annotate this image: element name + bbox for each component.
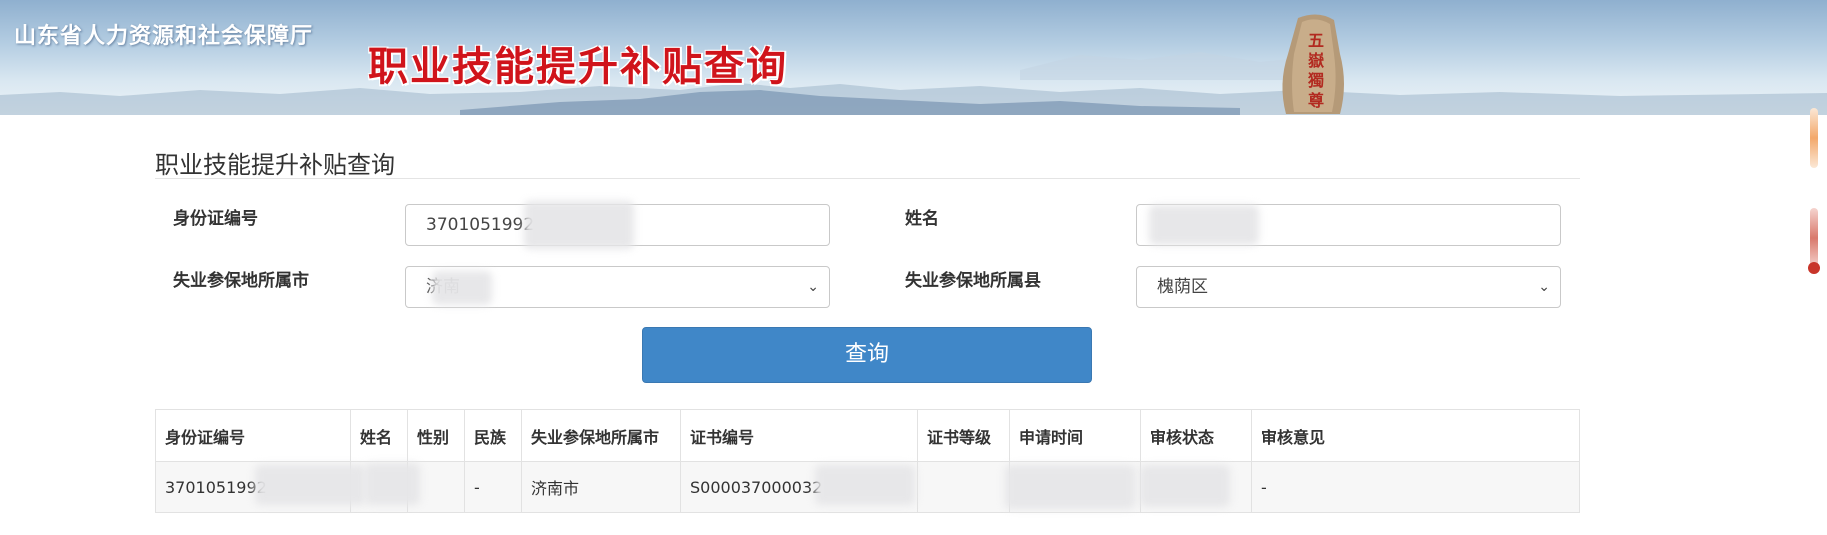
col-header-city: 失业参保地所属市 xyxy=(521,409,681,462)
col-header-name: 姓名 xyxy=(350,409,408,462)
redaction-blur xyxy=(365,463,420,505)
stone-char-2: 嶽 xyxy=(1308,51,1325,70)
stone-char-4: 尊 xyxy=(1308,91,1324,110)
cell-review-comment: - xyxy=(1251,461,1580,513)
name-label: 姓名 xyxy=(905,209,939,229)
redaction-blur xyxy=(1149,205,1259,245)
col-header-id: 身份证编号 xyxy=(155,409,351,462)
id-number-value: 3701051992 xyxy=(426,215,535,235)
cell-ethnicity: - xyxy=(464,461,522,513)
cell-city: 济南市 xyxy=(521,461,681,513)
col-header-review-comment: 审核意见 xyxy=(1251,409,1580,462)
redaction-blur xyxy=(1005,465,1135,509)
col-header-ethnicity: 民族 xyxy=(464,409,522,462)
name-input[interactable] xyxy=(1136,204,1561,246)
scrollbar[interactable] xyxy=(1805,0,1827,535)
col-header-gender: 性别 xyxy=(407,409,465,462)
stone-char-3: 獨 xyxy=(1307,71,1324,90)
col-header-review-status: 审核状态 xyxy=(1140,409,1252,462)
org-name: 山东省人力资源和社会保障厅 xyxy=(14,24,314,49)
header-banner: 五 嶽 獨 尊 山东省人力资源和社会保障厅 职业技能提升补贴查询 xyxy=(0,0,1827,115)
redaction-blur xyxy=(524,201,634,249)
chevron-down-icon: ⌄ xyxy=(1538,279,1550,295)
banner-title: 职业技能提升补贴查询 xyxy=(368,43,788,90)
col-header-cert-no: 证书编号 xyxy=(680,409,918,462)
table-header-row: 身份证编号 姓名 性别 民族 失业参保地所属市 证书编号 证书等级 申请时间 审… xyxy=(155,409,1580,462)
page-title: 职业技能提升补贴查询 xyxy=(155,151,395,179)
city-select[interactable]: 济南 ⌄ xyxy=(405,266,830,308)
scrollbar-indicator xyxy=(1810,208,1818,268)
title-divider xyxy=(155,178,1580,179)
redaction-blur xyxy=(255,465,365,505)
city-label: 失业参保地所属市 xyxy=(173,271,309,291)
cell-cert-level xyxy=(917,461,1010,513)
id-label: 身份证编号 xyxy=(173,209,258,229)
col-header-cert-level: 证书等级 xyxy=(917,409,1010,462)
id-number-input[interactable]: 3701051992 xyxy=(405,201,830,249)
stone-char-1: 五 xyxy=(1308,31,1324,50)
chevron-down-icon: ⌄ xyxy=(807,279,819,295)
stone-monument: 五 嶽 獨 尊 xyxy=(1282,14,1344,115)
county-label: 失业参保地所属县 xyxy=(905,271,1041,291)
scrollbar-thumb[interactable] xyxy=(1810,108,1818,168)
redaction-blur xyxy=(815,465,915,505)
county-value: 槐荫区 xyxy=(1157,277,1208,297)
query-button[interactable]: 查询 xyxy=(642,327,1092,383)
scrollbar-indicator-dot xyxy=(1808,262,1820,274)
county-select[interactable]: 槐荫区 ⌄ xyxy=(1136,266,1561,308)
redaction-blur xyxy=(1140,465,1230,507)
redaction-blur xyxy=(432,271,492,305)
col-header-apply-time: 申请时间 xyxy=(1009,409,1141,462)
